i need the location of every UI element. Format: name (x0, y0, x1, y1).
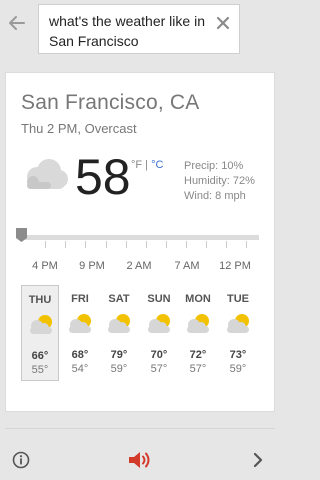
forecast-day-thu[interactable]: THU 66° 55° (21, 285, 59, 381)
condition-subtitle: Thu 2 PM, Overcast (21, 121, 137, 136)
precip-text: Precip: 10% (184, 160, 244, 172)
partly-cloudy-icon (223, 311, 253, 340)
speaker-button[interactable] (127, 449, 153, 471)
day-name: SAT (108, 293, 130, 305)
hourly-label: 12 PM (219, 260, 251, 272)
day-low: 55° (31, 364, 49, 376)
day-high: 66° (31, 350, 49, 362)
day-low: 57° (189, 363, 207, 375)
search-input[interactable]: what's the weather like in San Francisco (38, 4, 240, 54)
hourly-ticks (21, 241, 259, 253)
unit-fahrenheit[interactable]: °F (131, 159, 142, 171)
tick (206, 241, 207, 248)
unit-separator: | (142, 159, 152, 171)
forecast-day-sun[interactable]: SUN 70° 57° (140, 285, 178, 381)
speaker-icon (129, 452, 150, 468)
day-high: 68° (71, 349, 89, 361)
bottom-bar (0, 436, 280, 480)
day-name: TUE (227, 293, 249, 305)
tick (146, 241, 147, 248)
tick (226, 241, 227, 248)
day-high: 79° (110, 349, 128, 361)
partly-cloudy-icon (26, 312, 56, 341)
humidity-text: Humidity: 72% (184, 175, 255, 187)
tick (85, 241, 86, 248)
partly-cloudy-icon (144, 311, 174, 340)
unit-celsius[interactable]: °C (151, 159, 163, 171)
forecast-day-mon[interactable]: MON 72° 57° (179, 285, 217, 381)
info-button[interactable] (12, 451, 30, 469)
forecast-day-tue[interactable]: TUE 73° 59° (219, 285, 257, 381)
location-title: San Francisco, CA (21, 91, 200, 114)
forecast-day-sat[interactable]: SAT 79° 59° (100, 285, 138, 381)
hourly-label: 7 AM (174, 260, 200, 272)
hourly-label: 2 AM (126, 260, 152, 272)
arrow-left-icon (9, 16, 25, 30)
forecast-day-fri[interactable]: FRI 68° 54° (61, 285, 99, 381)
day-high: 72° (189, 349, 207, 361)
current-temperature: 58 (75, 149, 131, 205)
cloud-icon (21, 157, 71, 196)
tick (65, 241, 66, 248)
hourly-label: 9 PM (79, 260, 105, 272)
day-name: SUN (147, 293, 171, 305)
tick (246, 241, 247, 248)
wind-text: Wind: 8 mph (184, 190, 246, 202)
divider (5, 428, 275, 429)
tick (186, 241, 187, 248)
day-high: 70° (150, 349, 168, 361)
day-low: 54° (71, 363, 89, 375)
day-name: FRI (71, 293, 89, 305)
close-icon (216, 16, 230, 30)
partly-cloudy-icon (104, 311, 134, 340)
search-query: what's the weather like in San Francisco (49, 13, 205, 49)
weather-card: San Francisco, CA Thu 2 PM, Overcast 58 … (5, 72, 275, 412)
info-icon (12, 451, 30, 469)
day-name: MON (185, 293, 211, 305)
clear-search-button[interactable] (215, 15, 231, 31)
chevron-right-icon (253, 452, 263, 468)
unit-toggle: °F | °C (131, 159, 163, 171)
partly-cloudy-icon (65, 311, 95, 340)
partly-cloudy-icon (183, 311, 213, 340)
hourly-label: 4 PM (32, 260, 58, 272)
back-button[interactable] (6, 12, 28, 34)
tick (106, 241, 107, 248)
next-button[interactable] (252, 452, 264, 468)
day-low: 59° (110, 363, 128, 375)
tick (166, 241, 167, 248)
day-low: 59° (229, 363, 247, 375)
day-high: 73° (229, 349, 247, 361)
tick (45, 241, 46, 248)
top-bar: what's the weather like in San Francisco (0, 0, 280, 62)
hourly-slider-track[interactable] (21, 235, 259, 240)
day-low: 57° (150, 363, 168, 375)
day-name: THU (28, 294, 52, 306)
weather-details: Precip: 10% Humidity: 72% Wind: 8 mph (184, 159, 255, 204)
tick (126, 241, 127, 248)
